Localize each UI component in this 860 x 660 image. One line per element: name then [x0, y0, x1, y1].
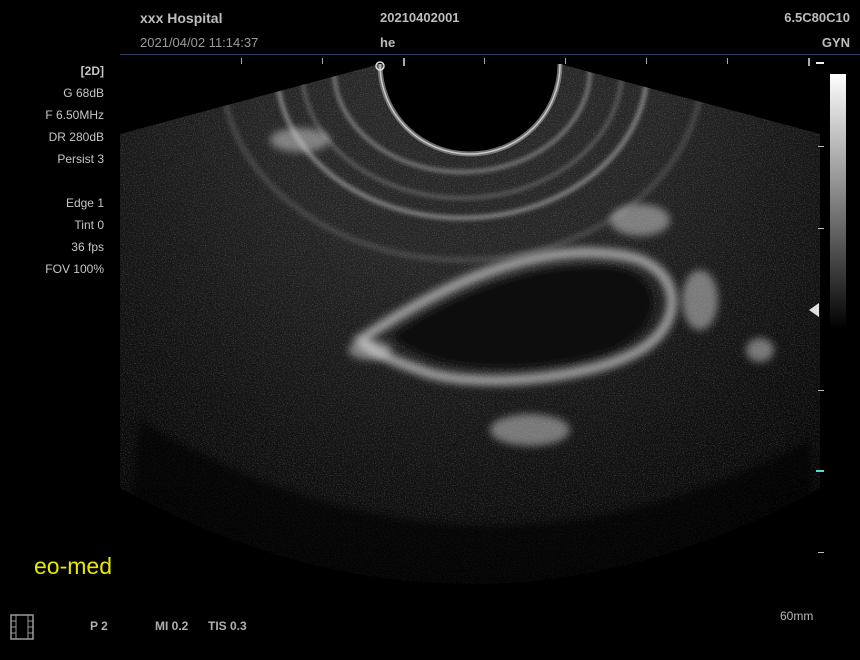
- ruler-tick: [565, 58, 566, 64]
- depth-tick: [818, 552, 824, 553]
- ruler-tick: [241, 58, 242, 64]
- param-fps: 36 fps: [71, 240, 104, 254]
- param-edge: Edge 1: [65, 196, 104, 210]
- depth-value: 60mm: [780, 609, 814, 623]
- param-frequency: F 6.50MHz: [45, 108, 104, 122]
- param-persist: Persist 3: [57, 152, 104, 166]
- mi-value: MI 0.2: [155, 619, 189, 633]
- ruler-tick: [646, 58, 647, 64]
- brand-label: eo-med: [34, 553, 112, 579]
- ruler-tick: [484, 58, 485, 64]
- ruler-tick: [808, 58, 810, 66]
- ultrasound-image[interactable]: [0, 0, 860, 660]
- depth-scale-top: [816, 62, 824, 64]
- grayscale-pointer-icon[interactable]: [809, 303, 819, 317]
- depth-tick: [818, 390, 824, 391]
- ruler-tick: [322, 58, 323, 64]
- power-value: P 2: [90, 619, 108, 633]
- param-mode: [2D]: [80, 64, 104, 78]
- depth-tick: [818, 228, 824, 229]
- depth-tick: [818, 146, 824, 147]
- ruler-tick: [727, 58, 728, 64]
- param-tint: Tint 0: [74, 218, 104, 232]
- param-dynamic-range: DR 280dB: [48, 130, 104, 144]
- ruler-tick: [403, 58, 405, 66]
- param-gain: G 68dB: [63, 86, 104, 100]
- grayscale-bar: [830, 74, 846, 330]
- tis-value: TIS 0.3: [208, 619, 247, 633]
- focus-marker[interactable]: [816, 470, 824, 472]
- film-icon[interactable]: [10, 614, 34, 640]
- param-fov: FOV 100%: [45, 262, 104, 276]
